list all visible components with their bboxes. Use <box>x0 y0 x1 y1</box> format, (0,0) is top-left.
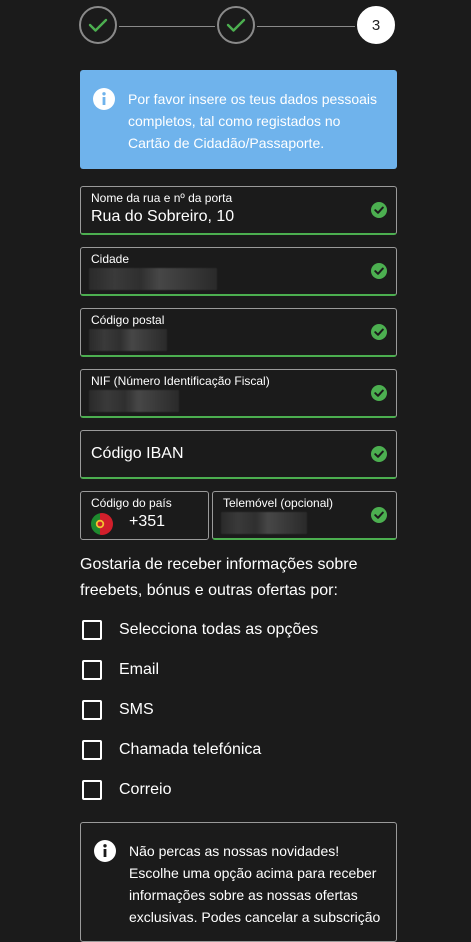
checkbox[interactable] <box>82 740 102 760</box>
checkbox[interactable] <box>82 700 102 720</box>
nif-label: NIF (Número Identificação Fiscal) <box>91 374 270 388</box>
option-label: Selecciona todas as opções <box>119 621 319 638</box>
checkbox[interactable] <box>82 620 102 640</box>
phone-label: Telemóvel (opcional) <box>223 496 334 510</box>
checkmark-icon <box>88 18 108 32</box>
option-label: Correio <box>119 781 172 798</box>
progress-stepper: 3 <box>79 6 397 48</box>
info-banner: Por favor insere os teus dados pessoais … <box>80 70 397 169</box>
valid-check-icon <box>371 202 387 218</box>
portugal-flag-icon <box>91 513 113 535</box>
street-label: Nome da rua e nº da porta <box>91 191 233 205</box>
redacted-value <box>89 390 179 412</box>
city-label: Cidade <box>91 252 130 266</box>
country-code-select[interactable]: Código do país +351 <box>80 491 209 540</box>
checkmark-icon <box>226 18 246 32</box>
postal-code-field[interactable]: Código postal <box>80 308 397 357</box>
step-3-current: 3 <box>357 6 395 44</box>
valid-check-icon <box>371 446 387 462</box>
phone-field[interactable]: Telemóvel (opcional) <box>212 491 397 540</box>
iban-field[interactable]: Código IBAN <box>80 430 397 479</box>
step-connector <box>119 26 215 27</box>
step-2-complete <box>217 6 255 44</box>
step-1-complete <box>79 6 117 44</box>
marketing-question: Gostaria de receber informações sobre fr… <box>80 556 358 599</box>
checkbox[interactable] <box>82 780 102 800</box>
option-label: Chamada telefónica <box>119 741 262 758</box>
country-code-label: Código do país <box>91 496 172 510</box>
option-sms[interactable]: SMS <box>82 698 154 722</box>
option-label: SMS <box>119 701 154 718</box>
step-number: 3 <box>371 16 381 34</box>
newsletter-notice: Não percas as nossas novidades! Escolhe … <box>80 822 397 942</box>
valid-check-icon <box>371 507 387 523</box>
country-code-value: +351 <box>129 513 166 530</box>
valid-check-icon <box>371 324 387 340</box>
info-text: Por favor insere os teus dados pessoais … <box>128 91 378 151</box>
valid-check-icon <box>371 263 387 279</box>
redacted-value <box>89 329 167 351</box>
nif-field[interactable]: NIF (Número Identificação Fiscal) <box>80 369 397 418</box>
street-field[interactable]: Nome da rua e nº da porta Rua do Sobreir… <box>80 186 397 235</box>
option-mail[interactable]: Correio <box>82 778 171 802</box>
checkbox[interactable] <box>82 660 102 680</box>
postal-code-label: Código postal <box>91 313 165 327</box>
option-select-all[interactable]: Selecciona todas as opções <box>82 618 318 642</box>
notice-text: Não percas as nossas novidades! Escolhe … <box>129 843 381 925</box>
valid-check-icon <box>371 385 387 401</box>
option-label: Email <box>119 661 160 678</box>
step-connector <box>257 26 355 27</box>
street-value[interactable]: Rua do Sobreiro, 10 <box>91 208 234 226</box>
option-phone-call[interactable]: Chamada telefónica <box>82 738 261 762</box>
iban-placeholder[interactable]: Código IBAN <box>91 445 184 463</box>
info-icon <box>93 88 115 110</box>
redacted-value <box>89 268 217 290</box>
option-email[interactable]: Email <box>82 658 159 682</box>
city-field[interactable]: Cidade <box>80 247 397 296</box>
info-icon <box>94 840 116 862</box>
redacted-value <box>221 512 307 534</box>
